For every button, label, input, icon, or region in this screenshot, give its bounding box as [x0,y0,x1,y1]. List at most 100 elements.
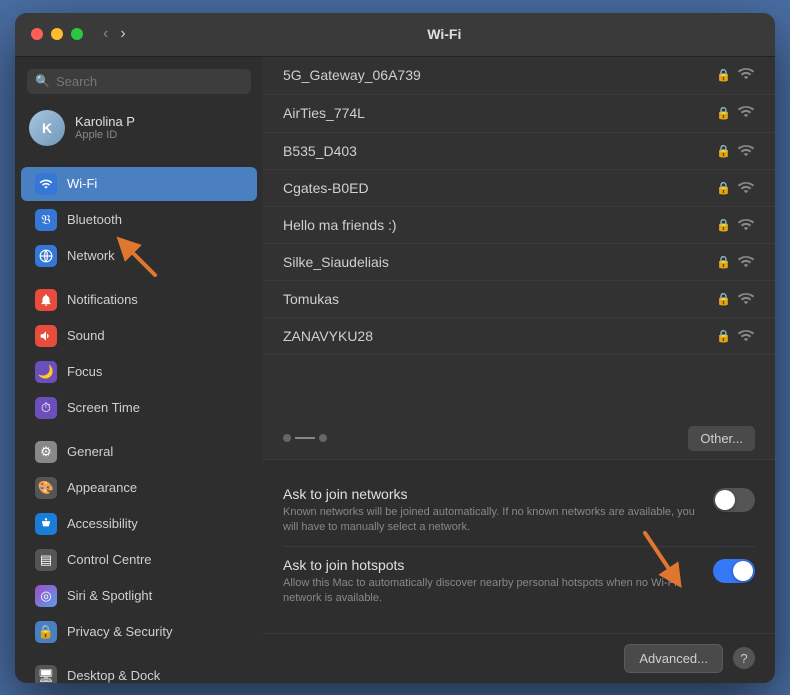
lock-icon-6: 🔒 [716,292,731,306]
sidebar-label-general: General [67,444,113,459]
toggle-ask-join-hotspots[interactable] [713,559,755,583]
user-info: Karolina P Apple ID [75,114,135,141]
network-icons-4: 🔒 [716,218,755,232]
network-icons-1: 🔒 [716,105,755,122]
sidebar-item-desktop[interactable]: 🖥 Desktop & Dock [21,659,257,683]
bluetooth-icon: 𝔅 [35,209,57,231]
lock-icon-3: 🔒 [716,181,731,195]
forward-arrow[interactable]: › [116,23,129,45]
sidebar-item-accessibility[interactable]: Accessibility [21,507,257,541]
network-name-7: ZANAVYKU28 [283,328,373,344]
network-name-3: Cgates-B0ED [283,180,369,196]
siri-icon: ◎ [35,585,57,607]
search-icon: 🔍 [35,74,50,88]
sidebar-item-screentime[interactable]: ⏱ Screen Time [21,391,257,425]
lock-icon-1: 🔒 [716,106,731,120]
titlebar: ‹ › Wi-Fi [15,13,775,57]
content-area: 🔍 K Karolina P Apple ID [15,57,775,683]
page-dot-1 [283,434,291,442]
sidebar-item-controlcentre[interactable]: ▤ Control Centre [21,543,257,577]
sidebar-label-screentime: Screen Time [67,400,140,415]
network-item-6[interactable]: Tomukas 🔒 [263,281,775,318]
bottom-bar: Advanced... ? [263,633,775,683]
network-item-2[interactable]: B535_D403 🔒 [263,133,775,170]
wifi-signal-1 [737,105,755,122]
setting-desc-1: Allow this Mac to automatically discover… [283,576,697,607]
setting-desc-0: Known networks will be joined automatica… [283,505,697,536]
network-name-2: B535_D403 [283,143,357,159]
sidebar-label-network: Network [67,248,115,263]
back-arrow[interactable]: ‹ [99,23,112,45]
settings-section: Ask to join networks Known networks will… [263,459,775,633]
sidebar-item-wifi[interactable]: Wi-Fi [21,167,257,201]
setting-text-0: Ask to join networks Known networks will… [283,486,713,536]
network-name-5: Silke_Siaudeliais [283,254,389,270]
page-dot-2 [319,434,327,442]
network-icons-3: 🔒 [716,181,755,195]
privacy-icon: 🔒 [35,621,57,643]
close-button[interactable] [31,28,43,40]
sidebar-label-controlcentre: Control Centre [67,552,152,567]
other-button[interactable]: Other... [688,426,755,451]
sidebar-item-general[interactable]: ⚙ General [21,435,257,469]
user-name: Karolina P [75,114,135,129]
setting-text-1: Ask to join hotspots Allow this Mac to a… [283,557,713,607]
lock-icon-2: 🔒 [716,144,731,158]
sidebar-item-appearance[interactable]: 🎨 Appearance [21,471,257,505]
setting-title-1: Ask to join hotspots [283,557,697,573]
advanced-button[interactable]: Advanced... [624,644,723,673]
sidebar-label-focus: Focus [67,364,102,379]
toggle-ask-join-networks[interactable] [713,488,755,512]
sidebar-label-bluetooth: Bluetooth [67,212,122,227]
maximize-button[interactable] [71,28,83,40]
sidebar-item-bluetooth[interactable]: 𝔅 Bluetooth [21,203,257,237]
sidebar-item-privacy[interactable]: 🔒 Privacy & Security [21,615,257,649]
sidebar-item-siri[interactable]: ◎ Siri & Spotlight [21,579,257,613]
sidebar-item-notifications[interactable]: Notifications [21,283,257,317]
page-dots [283,434,327,442]
pagination-area: Other... [263,418,775,459]
wifi-icon [35,173,57,195]
sidebar-item-sound[interactable]: Sound [21,319,257,353]
wifi-signal-0 [737,67,755,84]
lock-icon-5: 🔒 [716,255,731,269]
main-panel: 5G_Gateway_06A739 🔒 AirTies_774L 🔒 [263,57,775,683]
network-item-5[interactable]: Silke_Siaudeliais 🔒 [263,244,775,281]
sidebar-label-siri: Siri & Spotlight [67,588,152,603]
sidebar-label-desktop: Desktop & Dock [67,668,160,683]
search-input[interactable] [56,74,243,89]
sidebar-item-network[interactable]: Network [21,239,257,273]
setting-row-0: Ask to join networks Known networks will… [283,476,755,547]
network-item-7[interactable]: ZANAVYKU28 🔒 [263,318,775,355]
focus-icon: 🌙 [35,361,57,383]
network-item-1[interactable]: AirTies_774L 🔒 [263,95,775,133]
network-name-1: AirTies_774L [283,105,365,121]
network-name-4: Hello ma friends :) [283,217,397,233]
network-icons-0: 🔒 [716,67,755,84]
sidebar-label-appearance: Appearance [67,480,137,495]
search-box[interactable]: 🔍 [27,69,251,94]
network-icons-2: 🔒 [716,144,755,158]
user-subtitle: Apple ID [75,129,135,141]
network-item-0[interactable]: 5G_Gateway_06A739 🔒 [263,57,775,95]
window-title: Wi-Fi [130,26,759,42]
sidebar-label-accessibility: Accessibility [67,516,138,531]
network-item-4[interactable]: Hello ma friends :) 🔒 [263,207,775,244]
avatar: K [29,110,65,146]
sidebar: 🔍 K Karolina P Apple ID [15,57,263,683]
sidebar-item-focus[interactable]: 🌙 Focus [21,355,257,389]
toggle-knob-0 [715,490,735,510]
network-icons-5: 🔒 [716,255,755,269]
help-button[interactable]: ? [733,647,755,669]
lock-icon-7: 🔒 [716,329,731,343]
toggle-knob-1 [733,561,753,581]
appearance-icon: 🎨 [35,477,57,499]
networks-list: 5G_Gateway_06A739 🔒 AirTies_774L 🔒 [263,57,775,418]
user-section[interactable]: K Karolina P Apple ID [15,104,263,152]
sidebar-label-notifications: Notifications [67,292,138,307]
notifications-icon [35,289,57,311]
setting-title-0: Ask to join networks [283,486,697,502]
network-name-0: 5G_Gateway_06A739 [283,67,421,83]
minimize-button[interactable] [51,28,63,40]
network-item-3[interactable]: Cgates-B0ED 🔒 [263,170,775,207]
